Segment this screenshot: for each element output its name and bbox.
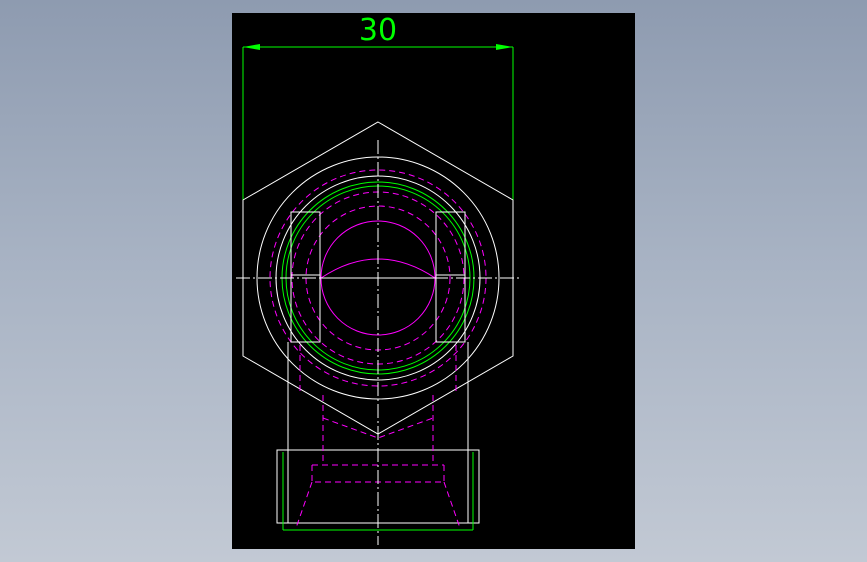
arrowhead-right	[496, 44, 513, 50]
hidden-taper-right	[443, 481, 461, 529]
dimension-label: 30	[359, 13, 397, 48]
hidden-taper-left	[295, 481, 313, 529]
cad-drawing: .w { stroke: #ffffff; stroke-width: 1; f…	[236, 13, 522, 545]
cad-drawing-viewport[interactable]: .w { stroke: #ffffff; stroke-width: 1; f…	[232, 13, 635, 549]
wrench-flat-left	[290, 211, 321, 343]
arrowhead-left	[243, 44, 260, 50]
